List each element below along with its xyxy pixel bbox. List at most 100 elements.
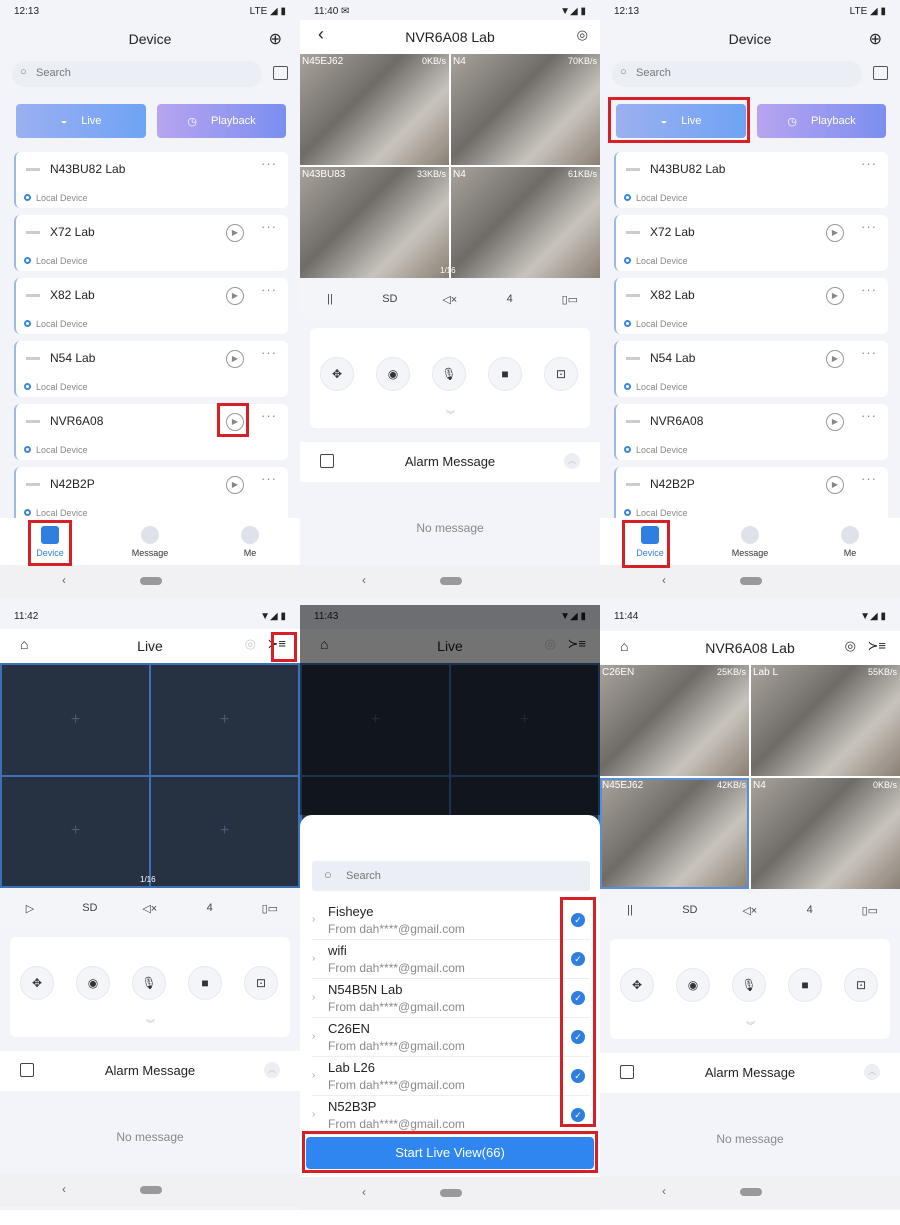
nav-message[interactable]: Message xyxy=(100,518,200,565)
expand-chevron-icon[interactable]: ︾ xyxy=(446,408,455,421)
play-icon[interactable]: ▶ xyxy=(826,224,844,242)
more-icon[interactable]: ··· xyxy=(861,219,877,234)
device-row[interactable]: › N52B3P From dah****@gmail.com ✓ xyxy=(312,1096,590,1135)
home-pill[interactable] xyxy=(140,1186,162,1194)
snapshot-icon[interactable]: ◉ xyxy=(676,968,710,1002)
nav-me[interactable]: Me xyxy=(800,518,900,565)
camera-tile[interactable]: C26EN 25KB/s xyxy=(600,665,749,776)
back-chevron-icon[interactable]: ‹ xyxy=(62,1182,66,1196)
camera-tile[interactable]: N43BU83 33KB/s xyxy=(300,167,449,278)
snapshot-icon[interactable]: ◉ xyxy=(76,966,110,1000)
back-icon[interactable]: ‹ xyxy=(318,24,324,45)
device-card[interactable]: X72 Lab ▶ ··· Local Device xyxy=(14,215,288,271)
add-channel-cell[interactable]: + xyxy=(150,664,299,776)
device-row[interactable]: › C26EN From dah****@gmail.com ✓ xyxy=(312,1018,590,1057)
fullscreen-icon[interactable]: ▯▭ xyxy=(562,293,578,306)
split-4-icon[interactable]: 4 xyxy=(802,904,818,916)
device-card[interactable]: X82 Lab ▶ ··· Local Device xyxy=(614,278,888,334)
chevron-right-icon[interactable]: › xyxy=(312,953,315,964)
device-row[interactable]: › N54B5N Lab From dah****@gmail.com ✓ xyxy=(312,979,590,1018)
more-icon[interactable]: ··· xyxy=(861,156,877,171)
pause-icon[interactable]: ▷ xyxy=(22,902,38,915)
more-icon[interactable]: ··· xyxy=(261,345,277,360)
mute-icon[interactable]: ◁× xyxy=(742,904,758,917)
more-icon[interactable]: ··· xyxy=(261,219,277,234)
sd-quality-icon[interactable]: SD xyxy=(682,904,698,916)
playback-button[interactable]: ◷ Playback xyxy=(757,104,886,138)
play-icon[interactable]: ▶ xyxy=(226,476,244,494)
fisheye-icon[interactable]: ⊡ xyxy=(844,968,878,1002)
layout-toggle-icon[interactable] xyxy=(873,66,888,80)
home-pill[interactable] xyxy=(440,577,462,585)
snapshot-icon[interactable]: ◉ xyxy=(376,357,410,391)
camera-tile[interactable]: Lab L 55KB/s xyxy=(751,665,900,776)
device-card[interactable]: N54 Lab ▶ ··· Local Device xyxy=(14,341,288,397)
collapse-icon[interactable]: ︿ xyxy=(564,453,580,469)
more-icon[interactable]: ··· xyxy=(861,408,877,423)
more-icon[interactable]: ··· xyxy=(861,345,877,360)
back-chevron-icon[interactable]: ‹ xyxy=(662,573,666,587)
device-row[interactable]: › Fisheye From dah****@gmail.com ✓ xyxy=(312,901,590,940)
overlay[interactable] xyxy=(300,605,600,815)
pause-icon[interactable]: || xyxy=(322,293,338,305)
record-icon[interactable]: ■ xyxy=(188,966,222,1000)
camera-tile[interactable]: N4 61KB/s xyxy=(451,167,600,278)
expand-chevron-icon[interactable]: ︾ xyxy=(746,1019,755,1032)
home-icon[interactable]: ⌂ xyxy=(620,638,628,654)
collapse-icon[interactable]: ︿ xyxy=(864,1064,880,1080)
pause-icon[interactable]: || xyxy=(622,904,638,916)
device-card[interactable]: N42B2P ▶ ··· Local Device xyxy=(614,467,888,523)
sd-quality-icon[interactable]: SD xyxy=(82,902,98,914)
play-icon[interactable]: ▶ xyxy=(226,224,244,242)
play-icon[interactable]: ▶ xyxy=(826,350,844,368)
device-card[interactable]: N54 Lab ▶ ··· Local Device xyxy=(614,341,888,397)
record-icon[interactable]: ■ xyxy=(788,968,822,1002)
play-icon[interactable]: ▶ xyxy=(826,476,844,494)
camera-tile[interactable]: N4 70KB/s xyxy=(451,54,600,165)
record-icon[interactable]: ■ xyxy=(488,357,522,391)
home-icon[interactable]: ⌂ xyxy=(20,636,28,652)
home-pill[interactable] xyxy=(740,577,762,585)
sd-quality-icon[interactable]: SD xyxy=(382,293,398,305)
chevron-right-icon[interactable]: › xyxy=(312,1031,315,1042)
camera-tile[interactable]: N4 0KB/s xyxy=(751,778,900,889)
back-chevron-icon[interactable]: ‹ xyxy=(662,1184,666,1198)
split-4-icon[interactable]: 4 xyxy=(202,902,218,914)
device-card[interactable]: N43BU82 Lab ··· Local Device xyxy=(14,152,288,208)
chevron-right-icon[interactable]: › xyxy=(312,1070,315,1081)
search-input[interactable]: ○ Search xyxy=(12,61,262,87)
home-pill[interactable] xyxy=(740,1188,762,1196)
back-chevron-icon[interactable]: ‹ xyxy=(62,573,66,587)
device-card[interactable]: N43BU82 Lab ··· Local Device xyxy=(614,152,888,208)
settings-icon[interactable]: ◎ xyxy=(245,636,256,652)
collapse-icon[interactable]: ︿ xyxy=(264,1062,280,1078)
mute-icon[interactable]: ◁× xyxy=(442,293,458,306)
layout-toggle-icon[interactable] xyxy=(273,66,288,80)
device-card[interactable]: X72 Lab ▶ ··· Local Device xyxy=(614,215,888,271)
device-row[interactable]: › Lab L26 From dah****@gmail.com ✓ xyxy=(312,1057,590,1096)
home-pill[interactable] xyxy=(440,1189,462,1197)
ptz-icon[interactable]: ✥ xyxy=(320,357,354,391)
settings-icon[interactable]: ◎ xyxy=(577,27,588,43)
camera-tile[interactable]: N45EJ62 0KB/s xyxy=(300,54,449,165)
live-button[interactable]: ◒ Live xyxy=(16,104,146,138)
device-card[interactable]: N42B2P ▶ ··· Local Device xyxy=(14,467,288,523)
playback-button[interactable]: ◷ Playback xyxy=(157,104,286,138)
settings-icon[interactable]: ◎ xyxy=(845,638,856,654)
add-channel-cell[interactable]: + xyxy=(1,664,150,776)
search-input[interactable]: ○ Search xyxy=(612,61,862,87)
play-icon[interactable]: ▶ xyxy=(826,287,844,305)
more-icon[interactable]: ··· xyxy=(261,156,277,171)
home-pill[interactable] xyxy=(140,577,162,585)
fullscreen-icon[interactable]: ▯▭ xyxy=(262,902,278,915)
more-icon[interactable]: ··· xyxy=(261,408,277,423)
device-card[interactable]: X82 Lab ▶ ··· Local Device xyxy=(14,278,288,334)
play-icon[interactable]: ▶ xyxy=(226,350,244,368)
expand-chevron-icon[interactable]: ︾ xyxy=(146,1017,155,1030)
talk-icon[interactable]: 🎙 xyxy=(732,968,766,1002)
fullscreen-icon[interactable]: ▯▭ xyxy=(862,904,878,917)
ptz-icon[interactable]: ✥ xyxy=(620,968,654,1002)
add-device-icon[interactable]: ⊕ xyxy=(269,29,282,49)
nav-me[interactable]: Me xyxy=(200,518,300,565)
more-icon[interactable]: ··· xyxy=(861,282,877,297)
